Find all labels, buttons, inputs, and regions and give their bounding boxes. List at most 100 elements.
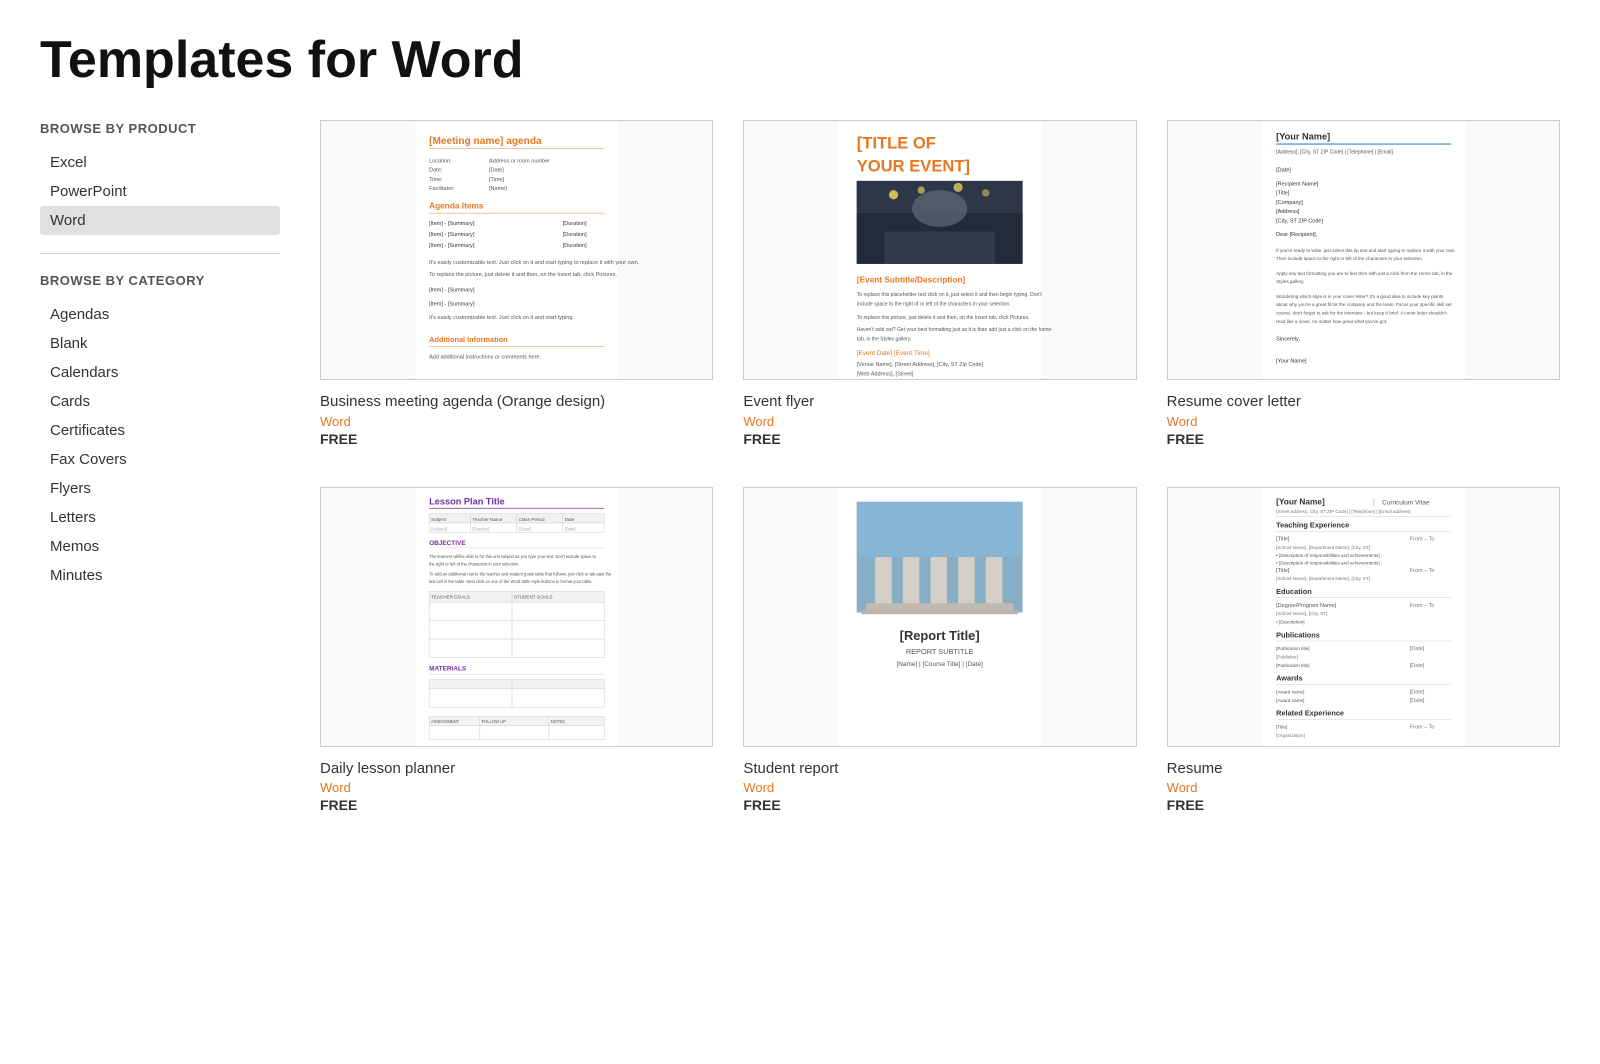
template-price-student-report: FREE <box>743 797 1136 813</box>
svg-text:[Date]: [Date] <box>1409 689 1424 695</box>
template-product-resume: Word <box>1167 780 1560 795</box>
template-card-event-flyer[interactable]: [TITLE OF YOUR EVENT] <box>743 120 1136 447</box>
sidebar-item-memos[interactable]: Memos <box>40 532 280 561</box>
svg-text:[Publisher]: [Publisher] <box>1276 654 1298 659</box>
template-card-student-report[interactable]: [Report Title] REPORT SUBTITLE [Name] | … <box>743 487 1136 814</box>
svg-text:Subject: Subject <box>431 517 447 522</box>
sidebar-item-fax-covers[interactable]: Fax Covers <box>40 445 280 474</box>
svg-text:[City, ST ZIP Code]: [City, ST ZIP Code] <box>1276 218 1323 224</box>
svg-text:[Date]: [Date] <box>1409 697 1424 703</box>
svg-text:[Item] - [Summary]: [Item] - [Summary] <box>429 243 475 249</box>
template-name-student-report: Student report <box>743 759 1136 779</box>
svg-text:include space to the right of: include space to the right of or left of… <box>857 301 1011 307</box>
svg-text:[Address], [City, ST ZIP Code]: [Address], [City, ST ZIP Code] | [Teleph… <box>1276 149 1393 155</box>
svg-text:• [Description of responsibili: • [Description of responsibilities and a… <box>1276 560 1380 565</box>
sidebar-item-letters[interactable]: Letters <box>40 503 280 532</box>
svg-text:[Date]: [Date] <box>489 168 504 174</box>
svg-text:Lesson Plan Title: Lesson Plan Title <box>429 496 505 506</box>
svg-text:OBJECTIVE: OBJECTIVE <box>429 540 466 547</box>
sidebar: BROWSE BY PRODUCT Excel PowerPoint Word … <box>20 110 300 823</box>
template-price-event-flyer: FREE <box>743 431 1136 447</box>
svg-text:To replace the picture, just d: To replace the picture, just delete it a… <box>429 272 617 278</box>
svg-text:[Name] | [Course Title] | [Dat: [Name] | [Course Title] | [Date] <box>897 660 984 667</box>
svg-text:[Address]: [Address] <box>1276 209 1300 215</box>
sidebar-item-cards[interactable]: Cards <box>40 387 280 416</box>
svg-text:[Duration]: [Duration] <box>563 232 587 238</box>
sidebar-item-excel[interactable]: Excel <box>40 148 280 177</box>
svg-text:[Time]: [Time] <box>489 177 505 183</box>
svg-text:[Date]: [Date] <box>565 526 576 531</box>
sidebar-item-powerpoint[interactable]: PowerPoint <box>40 177 280 206</box>
svg-text:[Your Name]: [Your Name] <box>1276 496 1325 506</box>
sidebar-item-agendas[interactable]: Agendas <box>40 300 280 329</box>
template-card-daily-lesson-planner[interactable]: Lesson Plan Title Subject Teacher Name C… <box>320 487 713 814</box>
svg-text:Facilitator:: Facilitator: <box>429 186 455 192</box>
svg-text:[Title]: [Title] <box>1276 567 1290 573</box>
sidebar-item-word[interactable]: Word <box>40 206 280 235</box>
svg-text:REPORT SUBTITLE: REPORT SUBTITLE <box>906 646 974 655</box>
templates-grid: [Meeting name] agenda Location: Address … <box>320 120 1560 813</box>
svg-text:Wondering which style is in yo: Wondering which style is in your cover l… <box>1276 294 1444 299</box>
svg-text:It's easily customizable text.: It's easily customizable text. Just clic… <box>429 260 640 266</box>
svg-text:Teacher Name: Teacher Name <box>472 517 502 522</box>
svg-text:[Title]: [Title] <box>1276 724 1287 729</box>
sidebar-item-flyers[interactable]: Flyers <box>40 474 280 503</box>
content-area: [Meeting name] agenda Location: Address … <box>300 110 1580 823</box>
svg-text:tab, in the Styles gallery.: tab, in the Styles gallery. <box>857 336 912 342</box>
template-card-resume[interactable]: [Your Name] | Curriculum Vitae [Street a… <box>1167 487 1560 814</box>
svg-text:Styles gallery.: Styles gallery. <box>1276 279 1304 284</box>
svg-text:MATERIALS: MATERIALS <box>429 665 467 672</box>
svg-text:Address or room number: Address or room number <box>489 158 550 164</box>
sidebar-item-minutes[interactable]: Minutes <box>40 561 280 590</box>
svg-text:To replace this placeholder te: To replace this placeholder text click o… <box>857 292 1043 298</box>
template-card-resume-cover-letter[interactable]: [Your Name] [Address], [City, ST ZIP Cod… <box>1167 120 1560 447</box>
svg-text:[Title]: [Title] <box>1276 191 1290 197</box>
svg-text:Date:: Date: <box>429 168 443 174</box>
template-card-business-meeting-agenda[interactable]: [Meeting name] agenda Location: Address … <box>320 120 713 447</box>
template-product-daily-lesson-planner: Word <box>320 780 713 795</box>
svg-text:YOUR EVENT]: YOUR EVENT] <box>857 157 970 176</box>
svg-text:Sincerely,: Sincerely, <box>1276 336 1300 342</box>
page-title: Templates for Word <box>0 0 1600 110</box>
svg-text:To replace this picture, just: To replace this picture, just delete it … <box>857 315 1030 321</box>
sidebar-item-blank[interactable]: Blank <box>40 329 280 358</box>
svg-text:[Web Address], [Street]: [Web Address], [Street] <box>857 371 914 377</box>
svg-text:[Item] - [Summary]: [Item] - [Summary] <box>429 221 475 227</box>
svg-text:To add an additional row to th: To add an additional row to the teacher … <box>429 571 612 576</box>
svg-text:[Publication title]: [Publication title] <box>1276 646 1309 651</box>
svg-text:Education: Education <box>1276 586 1312 595</box>
svg-text:Publications: Publications <box>1276 630 1320 639</box>
template-name-daily-lesson-planner: Daily lesson planner <box>320 759 713 779</box>
svg-text:Location:: Location: <box>429 158 452 164</box>
template-thumb-business-meeting-agenda: [Meeting name] agenda Location: Address … <box>320 120 713 380</box>
svg-text:[School Name], [Department Nam: [School Name], [Department Name], [City,… <box>1276 544 1370 549</box>
svg-text:The learners will/be able to f: The learners will/be able to for this un… <box>429 554 596 559</box>
svg-text:Agenda Items: Agenda Items <box>429 201 484 211</box>
template-thumb-resume-cover-letter: [Your Name] [Address], [City, ST ZIP Cod… <box>1167 120 1560 380</box>
svg-text:the right or left of the chara: the right or left of the characters in y… <box>429 561 519 566</box>
svg-text:From – To: From – To <box>1409 567 1434 573</box>
svg-text:[Title]: [Title] <box>1276 536 1290 542</box>
svg-text:Add additional instructions or: Add additional instructions or comments … <box>429 355 541 361</box>
svg-text:[TITLE OF: [TITLE OF <box>857 134 936 153</box>
template-name-event-flyer: Event flyer <box>743 392 1136 412</box>
svg-text:[Award name]: [Award name] <box>1276 697 1304 702</box>
svg-text:[Your Name]: [Your Name] <box>1276 131 1330 141</box>
svg-text:[Street address, City, ST ZIP: [Street address, City, ST ZIP Code] | [T… <box>1276 508 1410 513</box>
sidebar-item-calendars[interactable]: Calendars <box>40 358 280 387</box>
svg-text:Apply any text formatting you: Apply any text formatting you are to fee… <box>1276 271 1453 276</box>
svg-text:[Teacher]: [Teacher] <box>472 526 489 531</box>
svg-text:[Degree/Program Name]: [Degree/Program Name] <box>1276 602 1337 608</box>
svg-text:TEACHER GOALS: TEACHER GOALS <box>431 594 470 599</box>
template-thumb-event-flyer: [TITLE OF YOUR EVENT] <box>743 120 1136 380</box>
svg-text:[Date]: [Date] <box>1409 662 1424 668</box>
svg-text:read like a novel, no matter h: read like a novel, no matter how great w… <box>1276 319 1387 324</box>
svg-text:[Item] - [Summary]: [Item] - [Summary] <box>429 301 475 307</box>
svg-text:[Duration]: [Duration] <box>563 221 587 227</box>
svg-text:[Venue Name], [Street Address]: [Venue Name], [Street Address], [City, S… <box>857 362 984 368</box>
svg-text:From – To: From – To <box>1409 724 1434 730</box>
svg-text:It's easily customizable text.: It's easily customizable text. Just clic… <box>429 315 574 321</box>
sidebar-item-certificates[interactable]: Certificates <box>40 416 280 445</box>
svg-text:[Name]: [Name] <box>489 186 507 192</box>
svg-text:Teaching Experience: Teaching Experience <box>1276 520 1349 529</box>
